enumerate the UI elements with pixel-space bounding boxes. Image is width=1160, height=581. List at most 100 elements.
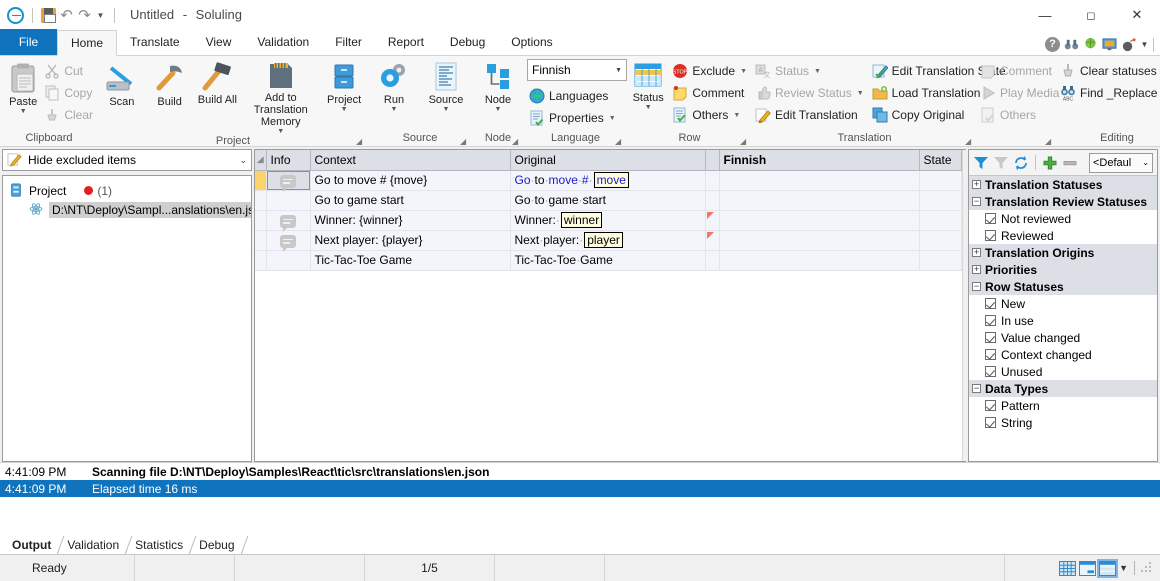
filter-group-data-types[interactable]: − Data Types — [969, 380, 1157, 397]
row-selector[interactable] — [255, 170, 267, 191]
output-row[interactable]: 4:41:09 PM Elapsed time 16 ms — [0, 480, 1160, 497]
filter-group-priorities[interactable]: + Priorities — [969, 261, 1157, 278]
find-replace-button[interactable]: ABC Find _Replace ▼ — [1057, 82, 1160, 104]
cell-original[interactable]: Tic-Tac-Toe·Game — [510, 250, 706, 271]
tree-row-file[interactable]: D:\NT\Deploy\Sampl...anslations\en.json — [7, 200, 251, 219]
refresh-icon[interactable] — [1013, 155, 1029, 171]
expander-icon[interactable]: − — [972, 384, 981, 393]
monitor-icon[interactable] — [1102, 37, 1117, 52]
language-select[interactable]: Finnish ▼ — [527, 59, 627, 81]
paste-button[interactable]: Paste ▼ — [5, 59, 41, 115]
project-dialog-launcher[interactable]: ◢ — [356, 137, 365, 146]
cell-original[interactable]: Winner:· winner — [510, 210, 706, 231]
maximize-button[interactable]: ◻ — [1068, 0, 1114, 30]
save-icon[interactable] — [41, 7, 56, 23]
checkbox[interactable] — [985, 349, 996, 360]
translation-status-button[interactable]: A文 Status ▼ — [752, 60, 869, 82]
row-selector[interactable] — [255, 250, 267, 271]
tab-output[interactable]: Output — [6, 536, 61, 554]
chevron-down-icon[interactable]: ▼ — [443, 106, 450, 113]
row-others-button[interactable]: Others ▼ — [669, 104, 752, 126]
grid-header-state[interactable]: State — [919, 150, 962, 171]
chevron-down-icon[interactable]: ▼ — [733, 112, 740, 119]
row-info-cell[interactable] — [266, 230, 311, 252]
translation-grid[interactable]: ◢ Info Context Original Finnish State Go… — [254, 149, 979, 462]
cell-context[interactable]: Winner: {winner} — [310, 210, 511, 231]
media-dialog-launcher[interactable]: ◢ — [1045, 137, 1054, 146]
expander-icon[interactable]: + — [972, 180, 981, 189]
tab-validation-panel[interactable]: Validation — [61, 536, 129, 554]
expander-icon[interactable]: − — [972, 197, 981, 206]
cell-finnish[interactable] — [719, 170, 920, 191]
checkbox[interactable] — [985, 400, 996, 411]
table-row[interactable]: Go to game start Go·to·game·start — [255, 190, 962, 211]
checkbox[interactable] — [985, 417, 996, 428]
chevron-down-icon[interactable]: ▼ — [20, 108, 27, 115]
checkbox[interactable] — [985, 230, 996, 241]
cut-button[interactable]: Cut — [41, 60, 98, 82]
media-others-button[interactable]: Others — [977, 104, 1064, 126]
chevron-down-icon[interactable]: ▼ — [341, 106, 348, 113]
row-info-cell[interactable] — [266, 170, 311, 192]
build-button[interactable]: Build — [146, 59, 194, 108]
remove-icon[interactable] — [1062, 155, 1078, 171]
minimize-button[interactable]: — — [1022, 0, 1068, 30]
tab-validation[interactable]: Validation — [244, 29, 322, 55]
play-media-button[interactable]: Play Media — [977, 82, 1064, 104]
grid-header-context[interactable]: Context — [310, 150, 511, 171]
checkbox[interactable] — [985, 315, 996, 326]
node-dialog-launcher[interactable]: ◢ — [512, 137, 521, 146]
table-row[interactable]: Winner: {winner} Winner:· winner — [255, 210, 962, 232]
filter-off-icon[interactable] — [993, 155, 1009, 171]
tab-filter[interactable]: Filter — [322, 29, 375, 55]
scan-button[interactable]: Scan — [98, 59, 146, 108]
customize-quick-access-icon[interactable]: ▼ — [95, 11, 106, 20]
filter-group-translation-origins[interactable]: + Translation Origins — [969, 244, 1157, 261]
globe-icon[interactable] — [1083, 37, 1098, 52]
chevron-down-icon[interactable]: ▼ — [615, 67, 622, 74]
resize-grip[interactable] — [1140, 562, 1152, 574]
grid-header-finnish[interactable]: Finnish — [719, 150, 920, 171]
grid-select-all-header[interactable]: ◢ — [255, 150, 267, 171]
table-row[interactable]: Go to move # {move} Go·to·move·#· move — [255, 170, 962, 192]
cell-state[interactable] — [919, 170, 962, 191]
expander-icon[interactable]: − — [972, 282, 981, 291]
cell-context[interactable]: Tic-Tac-Toe Game — [310, 250, 511, 271]
comment-button[interactable]: Comment — [669, 82, 752, 104]
filter-item-in-use[interactable]: In use — [969, 312, 1157, 329]
filter-group-translation-review-statuses[interactable]: − Translation Review Statuses — [969, 193, 1157, 210]
properties-button[interactable]: Properties ▼ — [526, 107, 621, 129]
close-button[interactable]: ✕ — [1114, 0, 1160, 30]
row-info-cell[interactable] — [266, 210, 311, 232]
tab-file[interactable]: File — [0, 29, 57, 55]
tree-row-project[interactable]: Project (1) — [7, 181, 251, 200]
cell-state[interactable] — [919, 210, 962, 231]
project-tree[interactable]: Project (1) D:\NT\Deploy\Sampl...anslati… — [2, 175, 252, 462]
filter-item-string[interactable]: String — [969, 414, 1157, 431]
translation-dialog-launcher[interactable]: ◢ — [965, 137, 974, 146]
run-button[interactable]: Run ▼ — [368, 59, 420, 113]
cell-state[interactable] — [919, 250, 962, 271]
grid-header-info[interactable]: Info — [266, 150, 311, 171]
cell-original[interactable]: Go·to·game·start — [510, 190, 706, 211]
checkbox[interactable] — [985, 332, 996, 343]
cell-original[interactable]: Next·player:· player — [510, 230, 706, 251]
undo-icon[interactable]: ↶ — [59, 8, 74, 23]
edit-translation-button[interactable]: Edit Translation — [752, 104, 869, 126]
filter-item-context-changed[interactable]: Context changed — [969, 346, 1157, 363]
language-dialog-launcher[interactable]: ◢ — [615, 137, 624, 146]
cell-context[interactable]: Next player: {player} — [310, 230, 511, 251]
cell-finnish[interactable] — [719, 190, 920, 211]
table-row[interactable]: Tic-Tac-Toe Game Tic-Tac-Toe·Game — [255, 250, 962, 271]
project-button[interactable]: Project ▼ — [320, 59, 368, 113]
output-row[interactable]: 4:41:09 PM Scanning file D:\NT\Deploy\Sa… — [0, 463, 1160, 480]
expander-icon[interactable]: + — [972, 265, 981, 274]
cell-context[interactable]: Go to move # {move} — [310, 170, 511, 191]
help-icon[interactable]: ? — [1045, 37, 1060, 52]
cell-finnish[interactable] — [719, 230, 920, 251]
checkbox[interactable] — [985, 213, 996, 224]
redo-icon[interactable]: ↷ — [77, 8, 92, 23]
cell-finnish[interactable] — [719, 210, 920, 231]
cell-state[interactable] — [919, 190, 962, 211]
chevron-down-icon[interactable]: ▼ — [814, 68, 821, 75]
